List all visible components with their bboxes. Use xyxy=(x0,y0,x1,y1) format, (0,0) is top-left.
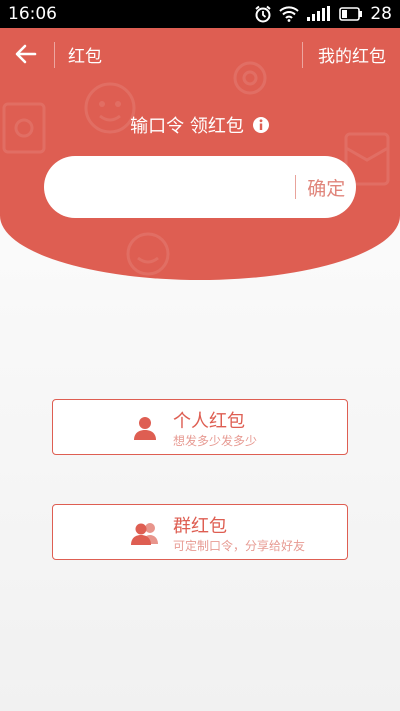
personal-envelope-button[interactable]: 个人红包 想发多少发多少 xyxy=(52,399,348,455)
code-prompt: 输口令 领红包 xyxy=(0,112,400,138)
status-bar: 16:06 28 xyxy=(0,0,400,28)
battery-icon xyxy=(339,7,363,21)
group-envelope-button[interactable]: 群红包 可定制口令，分享给好友 xyxy=(52,504,348,560)
option-subtitle: 想发多少发多少 xyxy=(173,434,258,448)
confirm-button[interactable]: 确定 xyxy=(296,156,356,218)
status-icons: 28 xyxy=(254,4,392,24)
cellular-signal-icon xyxy=(307,6,331,21)
my-envelopes-link[interactable]: 我的红包 xyxy=(318,42,386,67)
nav-bar: 红包 我的红包 xyxy=(0,28,400,80)
battery-level: 28 xyxy=(370,4,392,24)
page-title: 红包 xyxy=(68,47,102,67)
code-input[interactable] xyxy=(44,156,295,218)
wifi-icon xyxy=(279,6,300,22)
person-icon xyxy=(134,417,156,440)
info-icon[interactable] xyxy=(252,116,270,134)
option-title: 群红包 xyxy=(173,516,227,537)
header-banner: 红包 我的红包 输口令 领红包 确定 xyxy=(0,28,400,280)
back-arrow-icon xyxy=(15,44,37,64)
nav-divider xyxy=(54,42,55,68)
status-time: 16:06 xyxy=(8,4,57,24)
code-input-box: 确定 xyxy=(44,156,356,218)
alarm-icon xyxy=(255,5,271,23)
decor-face-icon xyxy=(126,232,170,276)
option-title: 个人红包 xyxy=(173,411,245,432)
nav-divider xyxy=(302,42,303,68)
code-prompt-text: 输口令 领红包 xyxy=(130,116,244,137)
group-icon xyxy=(131,523,158,545)
option-subtitle: 可定制口令，分享给好友 xyxy=(173,539,306,553)
back-button[interactable] xyxy=(8,38,44,70)
